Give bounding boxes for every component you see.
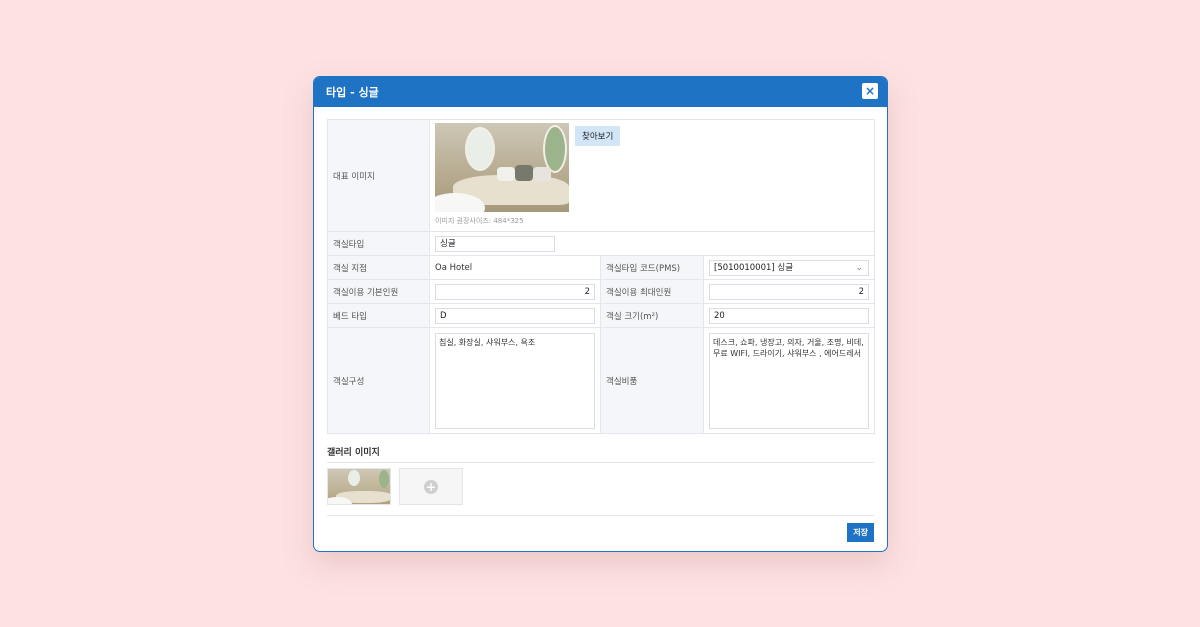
modal-header: 타입 - 싱글 × [314,77,887,107]
gallery: + [327,468,874,505]
amenities-textarea[interactable]: 데스크, 쇼파, 냉장고, 의자, 거울, 조명, 비데, 무료 WIFI, 드… [709,332,870,429]
modal-title: 타입 - 싱글 [326,86,379,99]
room-type-label: 객실타입 [327,231,430,256]
main-room-image [435,123,569,212]
base-occupancy-label: 객실이용 기본인원 [327,279,430,304]
modal-body: 대표 이미지 찾아보기 이미지 권장사이즈: 484*325 객실타입 싱글 객… [314,107,887,551]
composition-label: 객실구성 [327,327,430,434]
gallery-title: 갤러리 이미지 [327,445,874,463]
bed-type-input[interactable]: D [435,307,595,324]
base-occupancy-input[interactable]: 2 [435,283,595,300]
branch-label: 객실 지점 [327,255,430,280]
chevron-down-icon: ⌄ [855,262,864,273]
find-image-button[interactable]: 찾아보기 [575,126,621,146]
room-size-label: 객실 크기(m²) [600,303,704,328]
pms-code-label: 객실타입 코드(PMS) [600,255,704,280]
image-size-hint: 이미지 권장사이즈: 484*325 [435,217,524,225]
max-occupancy-input[interactable]: 2 [709,283,870,300]
modal-footer: 저장 [327,515,874,551]
plus-icon: + [424,479,438,494]
room-size-input[interactable]: 20 [709,307,870,324]
bed-type-label: 베드 타입 [327,303,430,328]
branch-value: Oa Hotel [429,255,601,280]
pms-code-select[interactable]: [5010010001] 싱글 ⌄ [709,259,870,276]
save-button[interactable]: 저장 [847,523,874,542]
composition-textarea[interactable]: 침실, 화장실, 샤워부스, 욕조 [435,332,595,429]
close-button[interactable]: × [862,83,878,99]
gallery-image[interactable] [327,468,391,505]
room-type-modal: 타입 - 싱글 × 대표 이미지 찾아보기 이미지 권장사이즈: 484*325… [313,76,888,552]
pms-code-value: [5010010001] 싱글 [714,262,794,273]
room-form: 대표 이미지 찾아보기 이미지 권장사이즈: 484*325 객실타입 싱글 객… [327,119,876,434]
room-type-input[interactable]: 싱글 [435,235,555,252]
image-label: 대표 이미지 [327,119,430,232]
max-occupancy-label: 객실이용 최대인원 [600,279,704,304]
add-gallery-image-button[interactable]: + [399,468,463,505]
amenities-label: 객실비품 [600,327,704,434]
